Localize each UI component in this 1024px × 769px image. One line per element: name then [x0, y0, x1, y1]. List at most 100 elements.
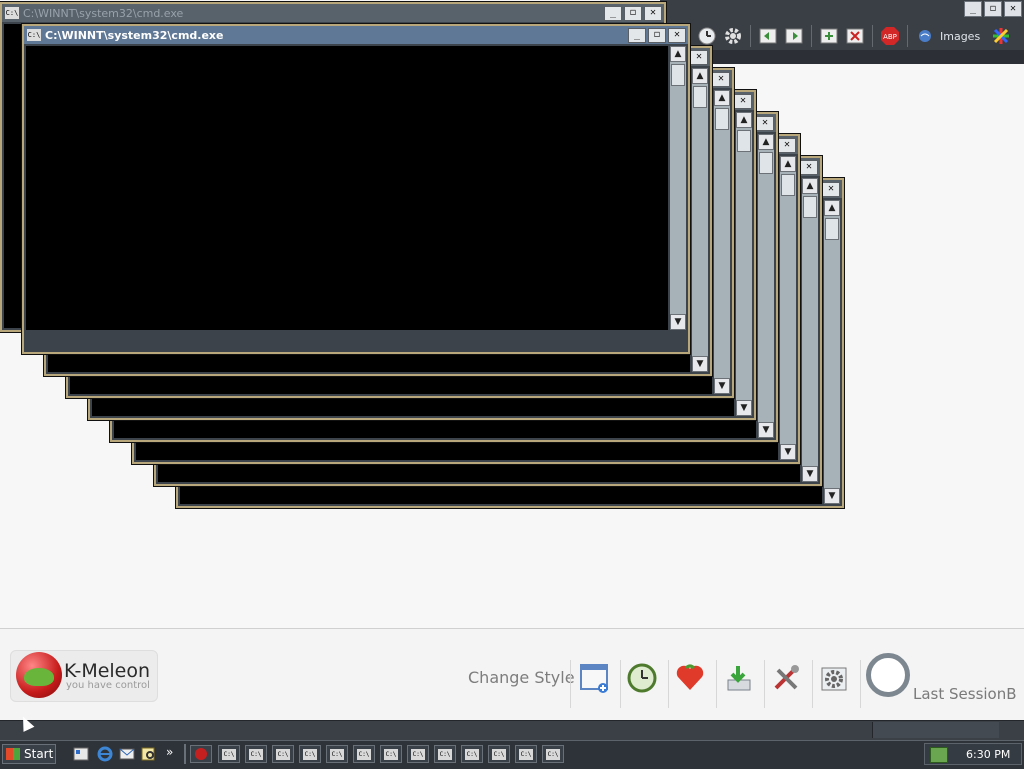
browser-minimize-button[interactable]: _	[964, 1, 982, 17]
new-window-icon[interactable]	[574, 658, 614, 698]
minimize-button[interactable]: _	[604, 6, 622, 21]
scroll-down-arrow-icon[interactable]: ▼	[714, 378, 730, 394]
gear-icon[interactable]	[722, 25, 744, 47]
reload-session-icon[interactable]	[866, 653, 910, 697]
taskbar-separator	[184, 744, 186, 764]
taskbar-clock[interactable]: 6:30 PM	[966, 748, 1010, 761]
outlook-express-icon[interactable]	[118, 746, 136, 762]
vertical-scrollbar[interactable]: ▲▼	[692, 68, 708, 372]
browser-toolbar: _ ◻ ✕ ABP Images	[660, 0, 1024, 51]
browser-close-button[interactable]: ✕	[1004, 1, 1022, 17]
page-back-icon[interactable]	[757, 25, 779, 47]
task-cmd[interactable]: C:\	[515, 745, 537, 763]
task-cmd[interactable]: C:\	[353, 745, 375, 763]
task-cmd[interactable]: C:\	[299, 745, 321, 763]
minimize-button[interactable]: _	[628, 28, 646, 43]
close-button[interactable]: ✕	[712, 72, 730, 87]
console-icon: C:\	[330, 748, 344, 760]
start-button[interactable]: Start	[2, 744, 56, 764]
browser-restore-button[interactable]: ◻	[984, 1, 1002, 17]
task-cmd[interactable]: C:\	[488, 745, 510, 763]
task-kmeleon[interactable]	[190, 745, 212, 763]
scroll-thumb[interactable]	[693, 86, 707, 108]
close-button[interactable]: ✕	[800, 160, 818, 175]
scroll-up-arrow-icon[interactable]: ▲	[758, 134, 774, 150]
scroll-up-arrow-icon[interactable]: ▲	[714, 90, 730, 106]
quick-launch-overflow[interactable]: »	[166, 745, 173, 759]
task-cmd[interactable]: C:\	[380, 745, 402, 763]
search-icon[interactable]	[140, 746, 158, 762]
scroll-thumb[interactable]	[803, 196, 817, 218]
scroll-thumb[interactable]	[671, 64, 685, 86]
footer-separator	[812, 660, 813, 708]
window-titlebar[interactable]: C:\ C:\WINNT\system32\cmd.exe _◻✕	[24, 26, 688, 44]
adblock-icon[interactable]: ABP	[879, 25, 901, 47]
change-style-link[interactable]: Change Style	[468, 668, 575, 687]
scroll-down-arrow-icon[interactable]: ▼	[670, 314, 686, 330]
close-button[interactable]: ✕	[690, 50, 708, 65]
task-cmd[interactable]: C:\	[542, 745, 564, 763]
scroll-thumb[interactable]	[737, 130, 751, 152]
scroll-down-arrow-icon[interactable]: ▼	[824, 488, 840, 504]
new-tab-icon[interactable]	[818, 25, 840, 47]
close-tab-icon[interactable]	[844, 25, 866, 47]
scroll-up-arrow-icon[interactable]: ▲	[780, 156, 796, 172]
vertical-scrollbar[interactable]: ▲▼	[670, 46, 686, 330]
maximize-button[interactable]: ◻	[624, 6, 642, 21]
settings-gear-icon[interactable]	[814, 658, 854, 698]
vertical-scrollbar[interactable]: ▲▼	[824, 200, 840, 504]
vertical-scrollbar[interactable]: ▲▼	[714, 90, 730, 394]
vertical-scrollbar[interactable]: ▲▼	[802, 178, 818, 482]
toolbar-separator	[811, 25, 812, 47]
console-output[interactable]	[26, 46, 668, 330]
task-cmd[interactable]: C:\	[245, 745, 267, 763]
history-clock-icon[interactable]	[622, 658, 662, 698]
close-button[interactable]: ✕	[822, 182, 840, 197]
close-button[interactable]: ✕	[778, 138, 796, 153]
window-titlebar[interactable]: C:\ C:\WINNT\system32\cmd.exe _◻✕	[2, 4, 664, 22]
scroll-up-arrow-icon[interactable]: ▲	[736, 112, 752, 128]
last-session-link[interactable]: Last SessionB	[913, 685, 1017, 703]
scroll-up-arrow-icon[interactable]: ▲	[824, 200, 840, 216]
images-toolbar-link[interactable]: Images	[940, 30, 980, 43]
task-cmd[interactable]: C:\	[434, 745, 456, 763]
vertical-scrollbar[interactable]: ▲▼	[758, 134, 774, 438]
scroll-down-arrow-icon[interactable]: ▼	[758, 422, 774, 438]
show-desktop-icon[interactable]	[72, 746, 90, 762]
footer-separator	[764, 660, 765, 708]
tray-network-icon[interactable]	[930, 747, 948, 763]
scroll-down-arrow-icon[interactable]: ▼	[692, 356, 708, 372]
close-button[interactable]: ✕	[644, 6, 662, 21]
task-cmd[interactable]: C:\	[272, 745, 294, 763]
vertical-scrollbar[interactable]: ▲▼	[780, 156, 796, 460]
images-toggle-icon[interactable]	[914, 25, 936, 47]
scroll-up-arrow-icon[interactable]: ▲	[692, 68, 708, 84]
scroll-down-arrow-icon[interactable]: ▼	[802, 466, 818, 482]
scroll-thumb[interactable]	[825, 218, 839, 240]
favorites-heart-icon[interactable]	[670, 658, 710, 698]
task-cmd[interactable]: C:\	[461, 745, 483, 763]
close-button[interactable]: ✕	[734, 94, 752, 109]
page-forward-icon[interactable]	[783, 25, 805, 47]
scroll-up-arrow-icon[interactable]: ▲	[802, 178, 818, 194]
scroll-up-arrow-icon[interactable]: ▲	[670, 46, 686, 62]
download-icon[interactable]	[718, 658, 758, 698]
scroll-down-arrow-icon[interactable]: ▼	[780, 444, 796, 460]
windows-flag-icon	[6, 748, 20, 760]
task-cmd[interactable]: C:\	[407, 745, 429, 763]
console-icon: C:\	[5, 7, 19, 19]
active-console-window[interactable]: C:\ C:\WINNT\system32\cmd.exe _ ◻ ✕ ▲ ▼	[22, 24, 690, 354]
scroll-thumb[interactable]	[759, 152, 773, 174]
task-cmd[interactable]: C:\	[326, 745, 348, 763]
close-button[interactable]: ✕	[756, 116, 774, 131]
close-button[interactable]: ✕	[668, 28, 686, 43]
scroll-thumb[interactable]	[715, 108, 729, 130]
scroll-down-arrow-icon[interactable]: ▼	[736, 400, 752, 416]
maximize-button[interactable]: ◻	[648, 28, 666, 43]
tools-icon[interactable]	[766, 658, 806, 698]
scroll-thumb[interactable]	[781, 174, 795, 196]
internet-explorer-icon[interactable]	[96, 746, 114, 762]
vertical-scrollbar[interactable]: ▲▼	[736, 112, 752, 416]
task-cmd[interactable]: C:\	[218, 745, 240, 763]
history-clock-icon[interactable]	[696, 25, 718, 47]
